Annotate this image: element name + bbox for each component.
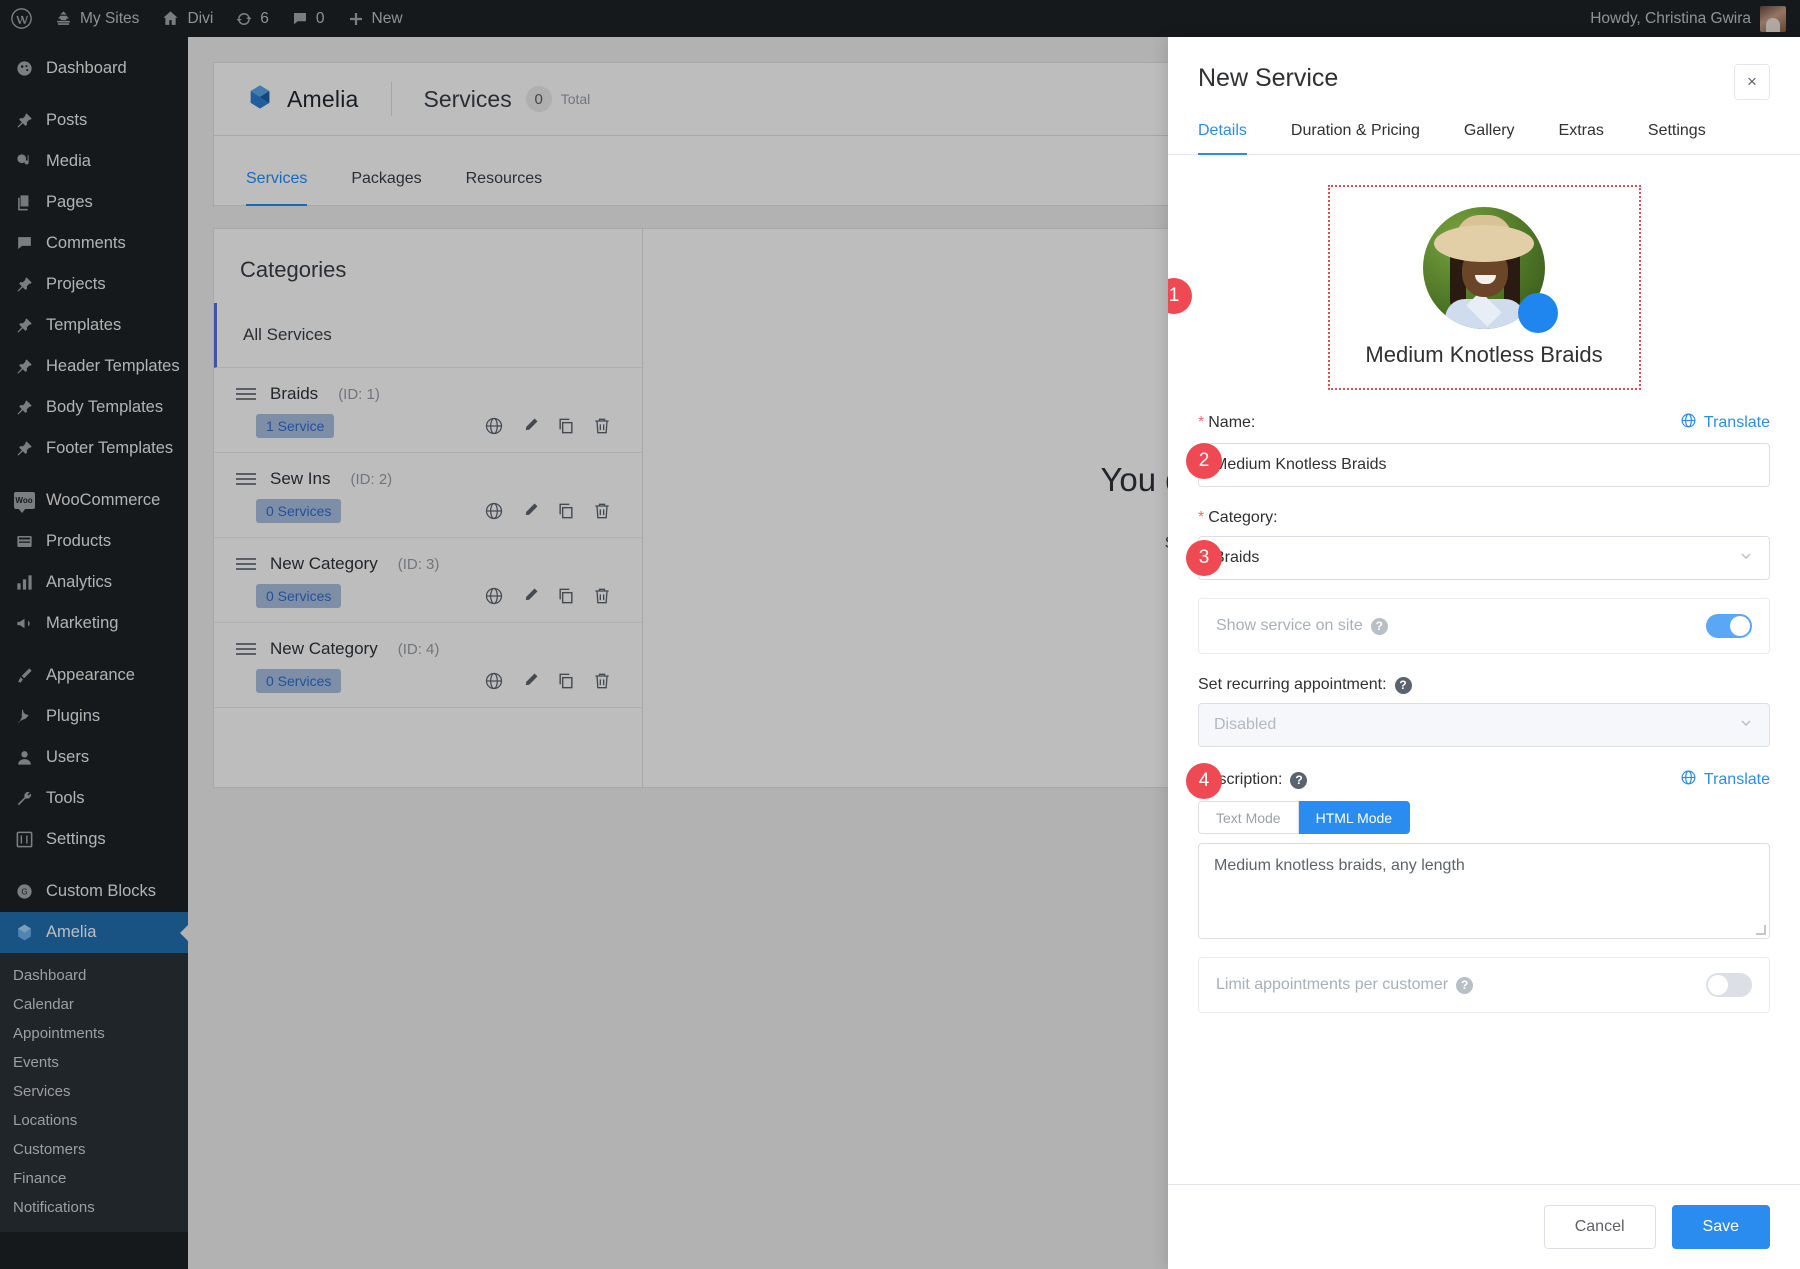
show-on-site-row[interactable]: Show service on site ? — [1198, 598, 1770, 654]
description-field-row: 4 Description: ? Translate Text Mode HTM… — [1198, 769, 1770, 939]
photo-upload-button[interactable] — [1518, 293, 1558, 333]
drawer-header: New Service × — [1168, 37, 1800, 100]
recurring-field-row: Set recurring appointment: ? Disabled — [1198, 676, 1770, 747]
help-icon[interactable]: ? — [1371, 618, 1388, 635]
description-mode-toggle: Text Mode HTML Mode — [1198, 801, 1770, 834]
globe-icon — [1680, 769, 1697, 791]
tab-details[interactable]: Details — [1198, 122, 1269, 154]
name-input[interactable]: Medium Knotless Braids — [1198, 443, 1770, 487]
annotation-badge-2: 2 — [1186, 443, 1222, 479]
help-icon[interactable]: ? — [1456, 977, 1473, 994]
category-label-row: * Category: — [1198, 509, 1770, 527]
html-mode-button[interactable]: HTML Mode — [1299, 801, 1411, 834]
drawer-title: New Service — [1198, 64, 1338, 93]
globe-icon — [1680, 412, 1697, 434]
cancel-button[interactable]: Cancel — [1544, 1205, 1656, 1249]
annotation-badge-3: 3 — [1186, 540, 1222, 576]
translate-name-link[interactable]: Translate — [1680, 412, 1770, 434]
drawer-tab-bar: Details Duration & Pricing Gallery Extra… — [1168, 122, 1800, 155]
new-service-drawer: New Service × Details Duration & Pricing… — [1168, 37, 1800, 1269]
text-mode-button[interactable]: Text Mode — [1198, 801, 1299, 834]
service-photo[interactable] — [1423, 207, 1545, 329]
limit-appointments-row[interactable]: Limit appointments per customer ? — [1198, 957, 1770, 1013]
drawer-footer: Cancel Save — [1168, 1184, 1800, 1269]
translate-label: Translate — [1704, 414, 1770, 432]
drawer-body: 1 Medium Knotless Braids 2 * — [1168, 155, 1800, 1184]
service-photo-caption: Medium Knotless Braids — [1365, 342, 1602, 368]
tab-settings[interactable]: Settings — [1648, 122, 1728, 154]
resize-handle[interactable] — [1756, 925, 1766, 935]
show-on-site-label: Show service on site — [1216, 617, 1363, 635]
chevron-down-icon — [1738, 548, 1754, 569]
recurring-select[interactable]: Disabled — [1198, 703, 1770, 747]
name-label-row: * Name: Translate — [1198, 412, 1770, 434]
category-field-row: 3 * Category: Braids — [1198, 509, 1770, 580]
translate-label: Translate — [1704, 771, 1770, 789]
translate-description-link[interactable]: Translate — [1680, 769, 1770, 791]
limit-appointments-toggle[interactable] — [1706, 973, 1752, 997]
name-label: Name: — [1208, 414, 1255, 432]
name-field-row: 2 * Name: Translate Medium Knotless Brai… — [1198, 412, 1770, 487]
help-icon[interactable]: ? — [1290, 772, 1307, 789]
description-textarea[interactable]: Medium knotless braids, any length — [1198, 843, 1770, 939]
required-indicator: * — [1198, 414, 1204, 432]
annotation-badge-1: 1 — [1168, 278, 1192, 314]
help-icon[interactable]: ? — [1395, 677, 1412, 694]
chevron-down-icon — [1738, 715, 1754, 736]
required-indicator: * — [1198, 509, 1204, 527]
category-label: Category: — [1208, 509, 1277, 527]
screen-root: My Sites Divi 6 0 — [0, 0, 1800, 1269]
recurring-label: Set recurring appointment: — [1198, 676, 1387, 694]
recurring-label-row: Set recurring appointment: ? — [1198, 676, 1770, 694]
limit-label-wrap: Limit appointments per customer ? — [1216, 976, 1473, 994]
tab-extras[interactable]: Extras — [1559, 122, 1626, 154]
limit-appointments-label: Limit appointments per customer — [1216, 976, 1448, 994]
show-on-site-toggle[interactable] — [1706, 614, 1752, 638]
description-text: Medium knotless braids, any length — [1214, 857, 1465, 874]
annotation-badge-4: 4 — [1186, 763, 1222, 799]
close-icon[interactable]: × — [1734, 64, 1770, 100]
show-on-site-label-wrap: Show service on site ? — [1216, 617, 1388, 635]
save-button[interactable]: Save — [1672, 1205, 1770, 1249]
service-photo-block[interactable]: Medium Knotless Braids — [1328, 185, 1641, 390]
tab-duration-pricing[interactable]: Duration & Pricing — [1291, 122, 1442, 154]
description-label-row: Description: ? Translate — [1198, 769, 1770, 791]
tab-gallery[interactable]: Gallery — [1464, 122, 1537, 154]
recurring-select-value: Disabled — [1214, 716, 1276, 734]
category-select[interactable]: Braids — [1198, 536, 1770, 580]
